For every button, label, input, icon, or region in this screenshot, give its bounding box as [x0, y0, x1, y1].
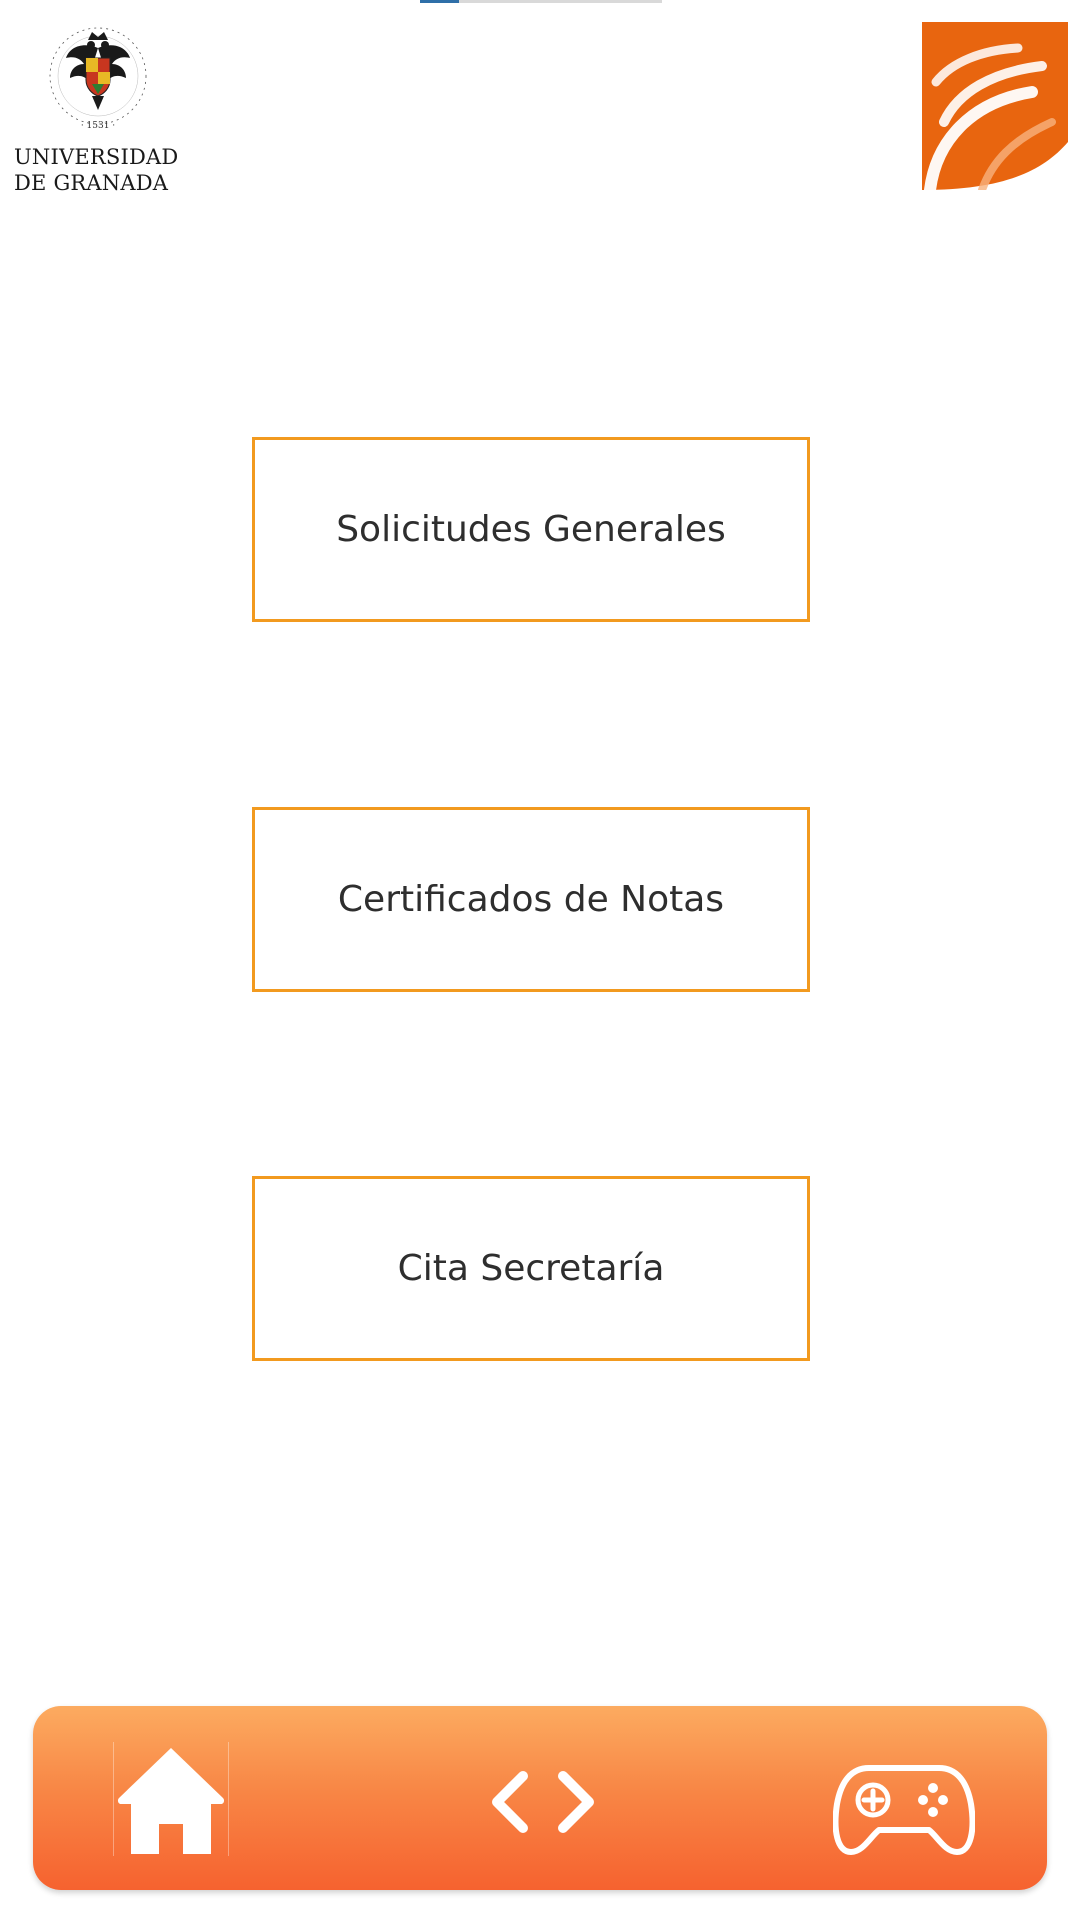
university-wordmark: UNIVERSIDAD DE GRANADA	[14, 144, 178, 196]
orange-wave-logo-icon	[922, 22, 1068, 190]
university-name-line2: DE GRANADA	[14, 171, 169, 195]
bottom-navigation-bar	[33, 1706, 1047, 1890]
nav-divider	[113, 1742, 114, 1856]
certificados-de-notas-button[interactable]: Certificados de Notas	[252, 807, 810, 992]
cita-secretaria-button[interactable]: Cita Secretaría	[252, 1176, 810, 1361]
university-crest-icon: · 1531 ·	[49, 27, 147, 131]
top-progress-indicator	[420, 0, 662, 3]
top-progress-fill	[420, 0, 459, 3]
games-button[interactable]	[833, 1760, 975, 1858]
home-button[interactable]	[113, 1742, 229, 1860]
code-button[interactable]	[483, 1762, 603, 1842]
svg-text:· 1531 ·: · 1531 ·	[81, 121, 115, 131]
button-label: Certificados de Notas	[337, 879, 725, 920]
kiosk-screen: · 1531 · UNIVERSIDAD DE GRANADA Solicitu…	[0, 0, 1080, 1920]
solicitudes-generales-button[interactable]: Solicitudes Generales	[252, 437, 810, 622]
code-brackets-icon	[492, 1771, 594, 1833]
university-name-line1: UNIVERSIDAD	[14, 145, 179, 169]
nav-divider	[228, 1742, 229, 1856]
gamepad-icon	[833, 1765, 975, 1855]
home-icon	[117, 1748, 225, 1854]
button-label: Cita Secretaría	[397, 1248, 665, 1289]
button-label: Solicitudes Generales	[336, 509, 726, 550]
university-logo: · 1531 · UNIVERSIDAD DE GRANADA	[14, 18, 178, 198]
